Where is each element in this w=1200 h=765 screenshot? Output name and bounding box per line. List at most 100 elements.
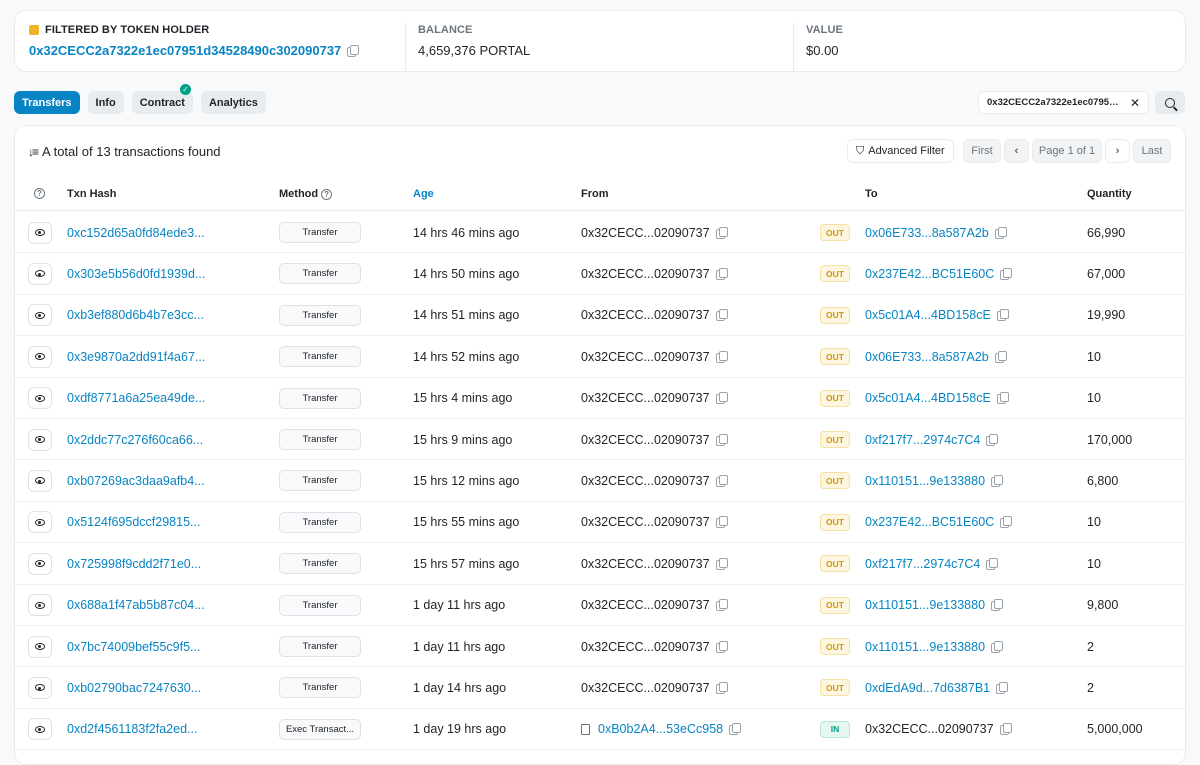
- copy-icon[interactable]: [1000, 516, 1013, 529]
- method-cell: Exec Transact...: [279, 709, 361, 750]
- to-address[interactable]: 0x110151...9e133880: [865, 598, 985, 612]
- to-address[interactable]: 0xf217f7...2974c7C4: [865, 557, 980, 571]
- txn-hash-link[interactable]: 0xc152d65a0fd84ede3...: [67, 212, 205, 253]
- tab-analytics[interactable]: Analytics: [200, 91, 266, 114]
- txn-hash-link[interactable]: 0xb3ef880d6b4b7e3cc...: [67, 295, 204, 336]
- search-icon: [1165, 97, 1175, 108]
- preview-button[interactable]: [28, 718, 52, 741]
- last-page-button[interactable]: Last: [1133, 139, 1171, 163]
- header-age[interactable]: Age: [413, 188, 434, 200]
- preview-button[interactable]: [28, 511, 52, 534]
- from-address[interactable]: 0xB0b2A4...53eCc958: [598, 722, 723, 736]
- txn-hash-link[interactable]: 0x3e9870a2dd91f4a67...: [67, 336, 205, 377]
- to-cell: 0x06E733...8a587A2b: [865, 212, 1007, 253]
- copy-icon[interactable]: [715, 350, 728, 363]
- copy-icon[interactable]: [715, 681, 728, 694]
- txn-hash-link[interactable]: 0x688a1f47ab5b87c04...: [67, 585, 205, 626]
- copy-icon[interactable]: [715, 557, 728, 570]
- method-badge: Exec Transact...: [279, 718, 361, 740]
- from-address: 0x32CECC...02090737: [581, 598, 710, 613]
- copy-icon[interactable]: [715, 599, 728, 612]
- copy-icon[interactable]: [715, 267, 728, 280]
- from-address: 0x32CECC...02090737: [581, 308, 710, 323]
- to-address[interactable]: 0x06E733...8a587A2b: [865, 226, 989, 240]
- preview-button[interactable]: [28, 221, 52, 244]
- txn-hash-link[interactable]: 0x2ddc77c276f60ca66...: [67, 419, 203, 460]
- txn-hash-link[interactable]: 0xd2f4561183f2fa2ed...: [67, 709, 197, 750]
- preview-button[interactable]: [28, 262, 52, 285]
- copy-icon[interactable]: [994, 226, 1007, 239]
- preview-button[interactable]: [28, 469, 52, 492]
- txn-hash-link[interactable]: 0x303e5b56d0fd1939d...: [67, 253, 205, 294]
- direction-cell: OUT: [820, 543, 850, 584]
- copy-icon[interactable]: [991, 599, 1004, 612]
- txn-hash-link[interactable]: 0xb02790bac7247630...: [67, 667, 201, 708]
- close-icon[interactable]: ✕: [1130, 96, 1140, 110]
- age-text: 15 hrs 55 mins ago: [413, 515, 520, 530]
- to-address[interactable]: 0x5c01A4...4BD158cE: [865, 308, 991, 322]
- copy-icon[interactable]: [715, 640, 728, 653]
- copy-icon[interactable]: [1000, 267, 1013, 280]
- to-address[interactable]: 0x110151...9e133880: [865, 474, 985, 488]
- filter-icon: ⛉: [856, 144, 865, 157]
- to-address[interactable]: 0x237E42...BC51E60C: [865, 515, 994, 529]
- preview-button[interactable]: [28, 304, 52, 327]
- copy-icon[interactable]: [996, 681, 1009, 694]
- quantity-value: 66,990: [1087, 225, 1126, 240]
- tab-transfers[interactable]: Transfers: [14, 91, 80, 114]
- first-page-button[interactable]: First: [963, 139, 1001, 163]
- copy-icon[interactable]: [729, 723, 742, 736]
- to-address[interactable]: 0x110151...9e133880: [865, 640, 985, 654]
- sort-icon[interactable]: ↓≡: [28, 145, 39, 159]
- tab-info[interactable]: Info: [87, 91, 124, 114]
- copy-icon[interactable]: [996, 392, 1009, 405]
- advanced-filter-button[interactable]: ⛉ Advanced Filter: [847, 139, 954, 163]
- preview-button[interactable]: [28, 594, 52, 617]
- txn-hash-link[interactable]: 0xdf8771a6a25ea49de...: [67, 378, 205, 419]
- copy-icon[interactable]: [715, 226, 728, 239]
- to-address[interactable]: 0x5c01A4...4BD158cE: [865, 391, 991, 405]
- copy-icon[interactable]: [999, 723, 1012, 736]
- txn-hash-link[interactable]: 0x5124f695dccf29815...: [67, 502, 200, 543]
- eye-icon: [35, 643, 45, 650]
- to-address[interactable]: 0x06E733...8a587A2b: [865, 350, 989, 364]
- search-button[interactable]: [1155, 91, 1185, 114]
- tab-contract[interactable]: Contract ✓: [131, 84, 193, 114]
- to-address[interactable]: 0x237E42...BC51E60C: [865, 267, 994, 281]
- txn-hash-link[interactable]: 0x7bc74009bef55c9f5...: [67, 626, 200, 667]
- from-address: 0x32CECC...02090737: [581, 349, 710, 364]
- to-address[interactable]: 0xdEdA9d...7d6387B1: [865, 681, 990, 695]
- copy-icon[interactable]: [986, 557, 999, 570]
- copy-icon[interactable]: [991, 640, 1004, 653]
- preview-button[interactable]: [28, 552, 52, 575]
- preview-button[interactable]: [28, 635, 52, 658]
- direction-badge: OUT: [820, 348, 850, 366]
- copy-icon[interactable]: [986, 433, 999, 446]
- help-icon[interactable]: ?: [34, 188, 45, 199]
- prev-page-button[interactable]: ‹: [1004, 139, 1029, 163]
- method-badge: Transfer: [279, 387, 361, 409]
- preview-button[interactable]: [28, 345, 52, 368]
- copy-icon[interactable]: [715, 392, 728, 405]
- header-from: From: [581, 188, 609, 200]
- help-icon[interactable]: ?: [321, 188, 333, 200]
- holder-address-link[interactable]: 0x32CECC2a7322e1ec07951d34528490c3020907…: [29, 43, 341, 58]
- copy-icon[interactable]: [994, 350, 1007, 363]
- copy-icon[interactable]: [715, 309, 728, 322]
- method-cell: Transfer: [279, 336, 361, 377]
- to-address[interactable]: 0xf217f7...2974c7C4: [865, 433, 980, 447]
- copy-icon[interactable]: [715, 474, 728, 487]
- txn-hash-link[interactable]: 0xb07269ac3daa9afb4...: [67, 460, 205, 501]
- preview-button[interactable]: [28, 676, 52, 699]
- copy-icon[interactable]: [715, 433, 728, 446]
- txn-hash-link[interactable]: 0x725998f9cdd2f71e0...: [67, 543, 201, 584]
- copy-icon[interactable]: [347, 44, 360, 57]
- table-header: ? Txn Hash Method ? Age From To Quantity: [15, 176, 1185, 211]
- from-cell: 0x32CECC...02090737: [581, 543, 728, 584]
- copy-icon[interactable]: [991, 474, 1004, 487]
- preview-button[interactable]: [28, 387, 52, 410]
- copy-icon[interactable]: [715, 516, 728, 529]
- preview-button[interactable]: [28, 428, 52, 451]
- next-page-button[interactable]: ›: [1105, 139, 1130, 163]
- copy-icon[interactable]: [996, 309, 1009, 322]
